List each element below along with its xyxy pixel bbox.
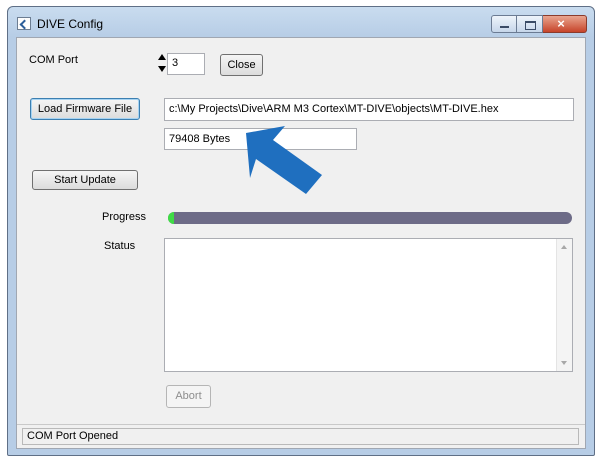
annotation-arrow (246, 126, 322, 194)
arrow-pointer-icon (246, 126, 322, 194)
